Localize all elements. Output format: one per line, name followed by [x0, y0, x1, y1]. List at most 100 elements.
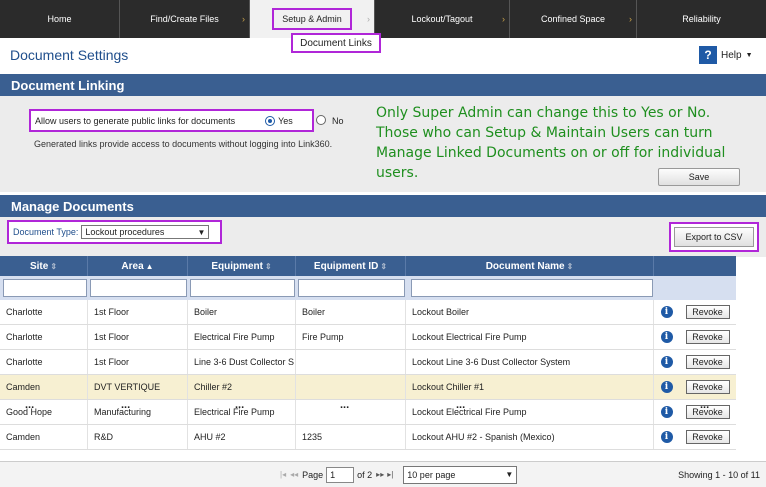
cell-site: Camden	[0, 425, 88, 449]
filter-equipment-id-input[interactable]	[298, 279, 405, 297]
info-icon[interactable]: i	[660, 431, 673, 443]
help-menu[interactable]: ? Help ▼	[699, 46, 753, 64]
cell-equipment: Boiler	[188, 300, 296, 324]
page-title: Document Settings	[10, 47, 129, 63]
document-type-label: Document Type:	[13, 227, 79, 237]
radio-no[interactable]	[316, 115, 326, 125]
prev-page-icon[interactable]: ◂◂	[290, 470, 298, 479]
info-icon[interactable]: i	[660, 331, 673, 343]
filter-row	[0, 276, 736, 300]
chevron-right-icon: ›	[502, 14, 505, 24]
last-page-icon[interactable]: ▸|	[387, 470, 393, 479]
column-header-equipment[interactable]: Equipment ⇕	[188, 256, 296, 276]
radio-yes-label: Yes	[278, 115, 293, 126]
column-header-equipment-id[interactable]: Equipment ID ⇕	[296, 256, 406, 276]
cell-equipment: Electrical Fire Pump	[188, 325, 296, 349]
table-row[interactable]: Good Hope Manufacturing Electrical Fire …	[0, 400, 736, 425]
tab-reliability[interactable]: Reliability	[637, 0, 766, 38]
cell-equipment-id: Fire Pump	[296, 325, 406, 349]
info-icon[interactable]: i	[660, 381, 673, 393]
allow-public-links-label: Allow users to generate public links for…	[35, 115, 236, 126]
chevron-right-icon: ›	[367, 14, 370, 24]
cell-area: 1st Floor	[88, 325, 188, 349]
ellipsis-marker: ...	[456, 399, 466, 411]
ellipsis-marker: ...	[700, 399, 710, 411]
allow-public-links-setting: Allow users to generate public links for…	[29, 109, 314, 132]
filter-area-input[interactable]	[90, 279, 187, 297]
cell-equipment-id: Boiler	[296, 300, 406, 324]
cell-site: Camden	[0, 375, 88, 399]
export-csv-button[interactable]: Export to CSV	[674, 227, 754, 247]
info-icon[interactable]: i	[660, 356, 673, 368]
cell-document-name: Lockout AHU #2 - Spanish (Mexico)	[406, 425, 654, 449]
documents-table: Site ⇕ Area ▲ Equipment ⇕ Equipment ID ⇕ Doc…	[0, 256, 736, 450]
cell-site: Charlotte	[0, 325, 88, 349]
info-icon[interactable]: i	[660, 406, 673, 418]
sort-icon: ⇕	[380, 261, 388, 271]
tab-home[interactable]: Home	[0, 0, 120, 38]
radio-yes[interactable]	[265, 115, 276, 126]
ellipsis-marker: ...	[25, 399, 35, 411]
revoke-button[interactable]: Revoke	[685, 380, 730, 394]
menu-item-document-links[interactable]: Document Links	[291, 33, 381, 53]
showing-count: Showing 1 - 10 of 11	[678, 469, 760, 480]
tab-find-create-files[interactable]: Find/Create Files ›	[120, 0, 250, 38]
revoke-button[interactable]: Revoke	[685, 430, 730, 444]
filter-equipment-input[interactable]	[190, 279, 295, 297]
cell-document-name: Lockout Electrical Fire Pump	[406, 400, 654, 424]
per-page-select[interactable]: 10 per page ▼	[403, 465, 518, 484]
public-links-note: Generated links provide access to docume…	[34, 139, 333, 149]
filter-site-input[interactable]	[3, 279, 87, 297]
first-page-icon[interactable]: |◂	[280, 470, 286, 479]
cell-equipment-id: 1235	[296, 425, 406, 449]
page-input[interactable]: 1	[326, 466, 355, 483]
revoke-button[interactable]: Revoke	[685, 355, 730, 369]
column-header-area[interactable]: Area ▲	[88, 256, 188, 276]
document-type-filter: Document Type: Lockout procedures ▼	[7, 220, 222, 244]
column-header-actions	[654, 256, 736, 276]
sort-icon: ⇕	[50, 261, 58, 271]
radio-no-label: No	[332, 116, 344, 126]
revoke-button[interactable]: Revoke	[685, 330, 730, 344]
filter-document-name-input[interactable]	[411, 279, 653, 297]
next-page-icon[interactable]: ▸▸	[376, 470, 384, 479]
help-label: Help	[721, 49, 742, 61]
cell-equipment: Chiller #2	[188, 375, 296, 399]
chevron-right-icon: ›	[242, 14, 245, 24]
sort-icon: ⇕	[264, 261, 272, 271]
table-row[interactable]: Charlotte 1st Floor Electrical Fire Pump…	[0, 325, 736, 350]
cell-area: Manufacturing	[88, 400, 188, 424]
tab-lockout-tagout[interactable]: Lockout/Tagout ›	[375, 0, 510, 38]
column-header-document-name[interactable]: Document Name ⇕	[406, 256, 654, 276]
table-row[interactable]: Camden DVT VERTIQUE Chiller #2 Lockout C…	[0, 375, 736, 400]
cell-equipment-id	[296, 400, 406, 424]
section-document-linking: Document Linking	[0, 74, 766, 96]
cell-site: Good Hope	[0, 400, 88, 424]
caret-down-icon: ▼	[197, 227, 206, 237]
page-label: Page	[302, 469, 324, 480]
cell-document-name: Lockout Chiller #1	[406, 375, 654, 399]
cell-equipment-id	[296, 350, 406, 374]
save-button[interactable]: Save	[658, 168, 740, 186]
column-header-site[interactable]: Site ⇕	[0, 256, 88, 276]
sort-icon: ▲	[145, 261, 154, 271]
table-row[interactable]: Charlotte 1st Floor Boiler Boiler Lockou…	[0, 300, 736, 325]
export-csv-wrapper: Export to CSV	[669, 222, 759, 252]
section-manage-documents: Manage Documents	[0, 195, 766, 217]
help-icon: ?	[699, 46, 717, 64]
document-type-select[interactable]: Lockout procedures ▼	[81, 225, 210, 239]
table-row[interactable]: Camden R&D AHU #2 1235 Lockout AHU #2 - …	[0, 425, 736, 450]
cell-equipment-id	[296, 375, 406, 399]
ellipsis-marker: ...	[121, 399, 131, 411]
cell-area: 1st Floor	[88, 300, 188, 324]
cell-equipment: AHU #2	[188, 425, 296, 449]
top-navigation: Home Find/Create Files › Setup & Admin › L…	[0, 0, 766, 38]
cell-document-name: Lockout Electrical Fire Pump	[406, 325, 654, 349]
table-row[interactable]: Charlotte 1st Floor Line 3-6 Dust Collec…	[0, 350, 736, 375]
info-icon[interactable]: i	[660, 306, 673, 318]
cell-document-name: Lockout Line 3-6 Dust Collector System	[406, 350, 654, 374]
revoke-button[interactable]: Revoke	[685, 305, 730, 319]
cell-site: Charlotte	[0, 350, 88, 374]
tab-confined-space[interactable]: Confined Space ›	[510, 0, 637, 38]
caret-down-icon: ▼	[745, 51, 753, 59]
